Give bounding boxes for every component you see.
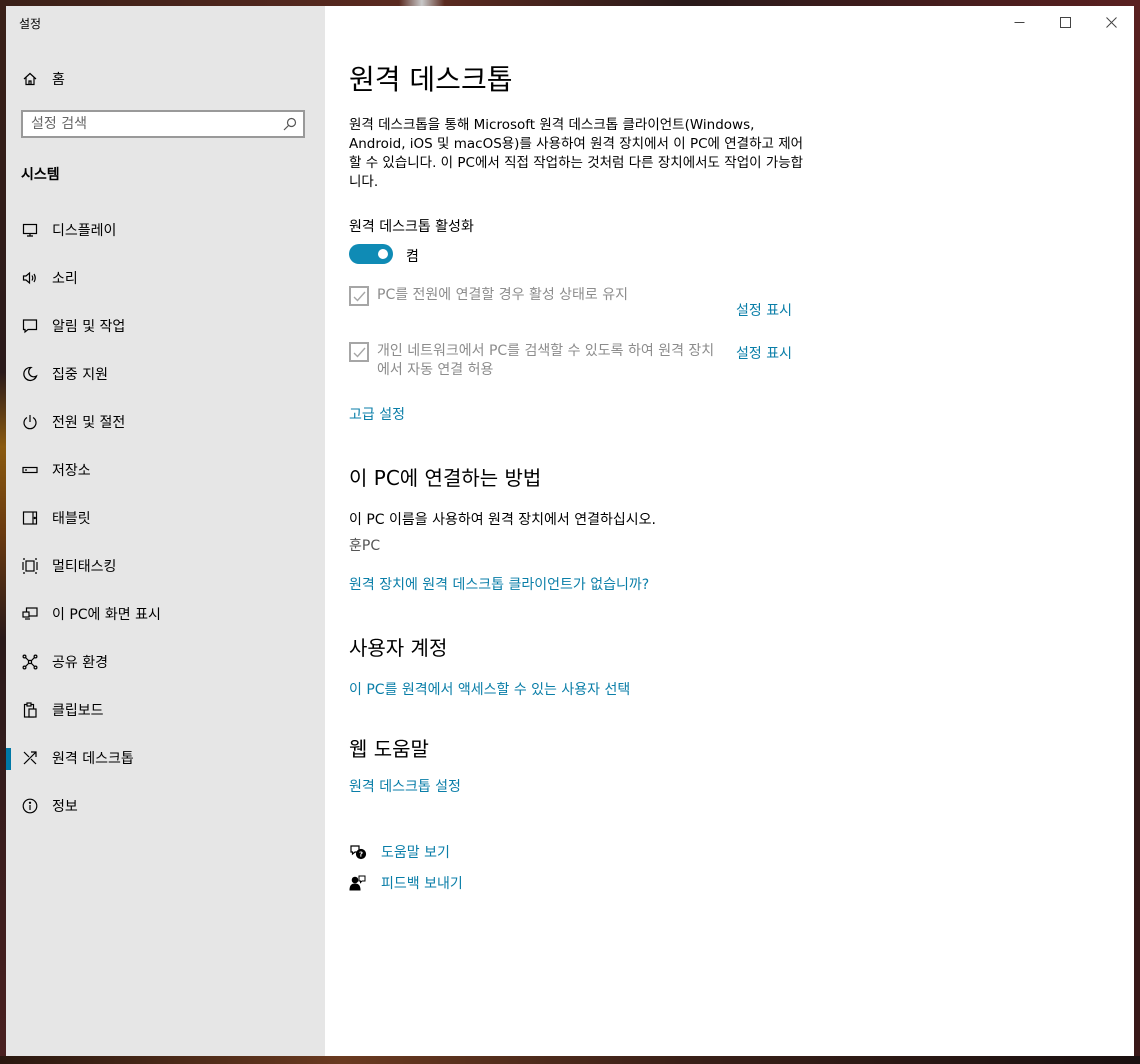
info-icon (22, 798, 38, 814)
content-pane: 원격 데스크톱 원격 데스크톱을 통해 Microsoft 원격 데스크톱 클라… (325, 6, 1134, 1056)
search-input[interactable] (31, 116, 271, 132)
checkmark-icon (353, 291, 366, 302)
home-icon (22, 71, 38, 87)
show-settings-link-1[interactable]: 설정 표시 (736, 300, 792, 320)
display-icon (22, 222, 38, 238)
settings-window: 설정 홈 시스템 디스플레이 (6, 6, 1134, 1056)
power-icon (22, 414, 38, 430)
tablet-icon (22, 510, 38, 526)
remote-desktop-setup-link[interactable]: 원격 데스크톱 설정 (349, 776, 461, 796)
maximize-button[interactable] (1042, 6, 1088, 38)
no-client-link[interactable]: 원격 장치에 원격 데스크톱 클라이언트가 없습니까? (349, 574, 649, 594)
sidebar-item-label: 알림 및 작업 (52, 319, 126, 335)
sidebar-item-notifications[interactable]: 알림 및 작업 (6, 302, 325, 350)
search-box[interactable] (21, 110, 305, 138)
section-heading-system: 시스템 (21, 167, 60, 183)
sidebar-item-display[interactable]: 디스플레이 (6, 206, 325, 254)
nav-list: 디스플레이 소리 알림 및 작업 집중 지원 전원 및 절전 저장소 태블릿 멀… (6, 206, 325, 830)
sidebar-item-clipboard[interactable]: 클립보드 (6, 686, 325, 734)
remote-desktop-toggle[interactable] (349, 244, 393, 264)
minimize-button[interactable] (996, 6, 1042, 38)
desktop-background-right (1134, 0, 1140, 1064)
sidebar-item-label: 정보 (52, 799, 78, 815)
sidebar-item-shared-experiences[interactable]: 공유 환경 (6, 638, 325, 686)
get-help-link[interactable]: 도움말 보기 (381, 842, 450, 862)
sidebar-item-label: 이 PC에 화면 표시 (52, 607, 161, 623)
moon-icon (22, 366, 38, 382)
sidebar-item-label: 디스플레이 (52, 223, 117, 239)
feedback-icon (349, 875, 366, 891)
svg-text:?: ? (359, 851, 363, 859)
sidebar-item-remote-desktop[interactable]: 원격 데스크톱 (6, 734, 325, 782)
connect-heading: 이 PC에 연결하는 방법 (349, 466, 542, 490)
minimize-icon (1014, 21, 1024, 23)
advanced-settings-link[interactable]: 고급 설정 (349, 404, 405, 424)
desktop-background-bottom (0, 1056, 1140, 1064)
sidebar-item-storage[interactable]: 저장소 (6, 446, 325, 494)
checkmark-icon (353, 347, 366, 358)
close-icon (1105, 16, 1117, 28)
toggle-knob (378, 249, 388, 259)
sidebar-item-label: 집중 지원 (52, 367, 108, 383)
toggle-state-label: 켬 (406, 249, 419, 265)
get-help-row[interactable]: ? 도움말 보기 (349, 842, 450, 862)
speaker-icon (22, 270, 38, 286)
give-feedback-link[interactable]: 피드백 보내기 (381, 873, 463, 893)
sidebar-item-label: 원격 데스크톱 (52, 751, 134, 767)
sidebar-item-label: 태블릿 (52, 511, 91, 527)
notification-icon (22, 318, 38, 334)
home-button[interactable]: 홈 (6, 64, 325, 94)
sidebar-item-label: 멀티태스킹 (52, 559, 117, 575)
maximize-icon (1059, 16, 1071, 28)
sidebar: 설정 홈 시스템 디스플레이 (6, 6, 325, 1056)
remote-desktop-icon (22, 750, 38, 766)
clipboard-icon (22, 702, 38, 718)
select-users-link[interactable]: 이 PC를 원격에서 액세스할 수 있는 사용자 선택 (349, 679, 630, 699)
sidebar-item-label: 공유 환경 (52, 655, 108, 671)
home-label: 홈 (52, 72, 65, 88)
page-description: 원격 데스크톱을 통해 Microsoft 원격 데스크톱 클라이언트(Wind… (349, 117, 804, 190)
discoverable-label: 개인 네트워크에서 PC를 검색할 수 있도록 하여 원격 장치에서 자동 연결… (377, 343, 715, 378)
keep-awake-label: PC를 전원에 연결할 경우 활성 상태로 유지 (377, 287, 628, 303)
sidebar-item-label: 소리 (52, 271, 78, 287)
sidebar-item-label: 전원 및 절전 (52, 415, 126, 431)
sidebar-item-label: 클립보드 (52, 703, 104, 719)
project-icon (22, 606, 38, 622)
sidebar-item-focus-assist[interactable]: 집중 지원 (6, 350, 325, 398)
sidebar-item-project[interactable]: 이 PC에 화면 표시 (6, 590, 325, 638)
search-icon[interactable] (283, 117, 297, 131)
show-settings-link-2[interactable]: 설정 표시 (736, 343, 792, 363)
enable-remote-desktop-label: 원격 데스크톱 활성화 (349, 219, 474, 235)
window-controls (996, 6, 1134, 38)
sidebar-item-multitasking[interactable]: 멀티태스킹 (6, 542, 325, 590)
keep-awake-checkbox[interactable] (349, 286, 369, 306)
close-button[interactable] (1088, 6, 1134, 38)
sidebar-item-label: 저장소 (52, 463, 91, 479)
app-title: 설정 (19, 17, 42, 31)
sidebar-item-power[interactable]: 전원 및 절전 (6, 398, 325, 446)
storage-icon (22, 462, 38, 478)
multitasking-icon (22, 558, 38, 574)
web-help-heading: 웹 도움말 (349, 737, 429, 761)
sidebar-item-tablet[interactable]: 태블릿 (6, 494, 325, 542)
sidebar-item-about[interactable]: 정보 (6, 782, 325, 830)
page-title: 원격 데스크톱 (349, 63, 513, 96)
user-accounts-heading: 사용자 계정 (349, 636, 448, 660)
discoverable-checkbox[interactable] (349, 342, 369, 362)
help-chat-icon: ? (350, 845, 367, 860)
connect-instructions: 이 PC 이름을 사용하여 원격 장치에서 연결하십시오. (349, 512, 656, 528)
give-feedback-row[interactable]: 피드백 보내기 (349, 873, 463, 893)
shared-experiences-icon (22, 654, 38, 670)
pc-name: 훈PC (349, 538, 381, 554)
sidebar-item-sound[interactable]: 소리 (6, 254, 325, 302)
